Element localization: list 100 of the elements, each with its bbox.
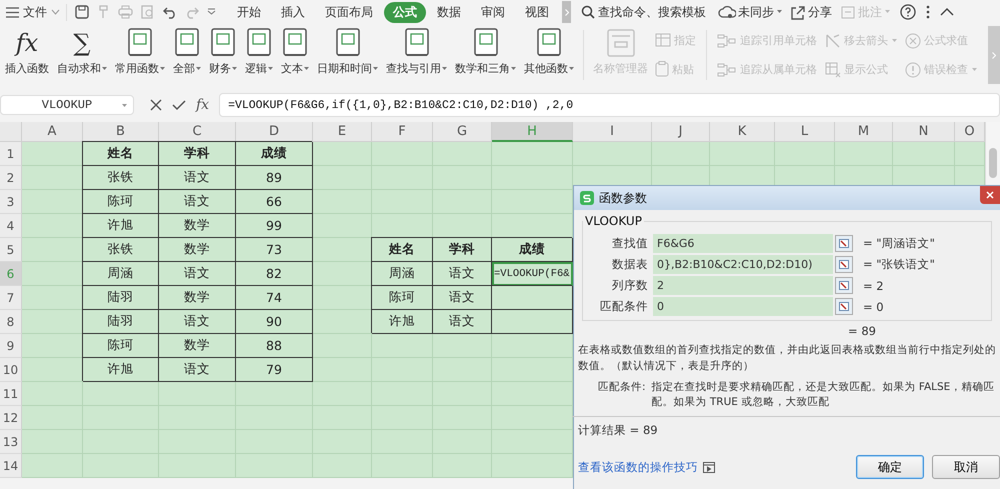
table-cell[interactable]: 语文 [159, 166, 236, 190]
ribbon-tab[interactable]: 公式 [384, 2, 426, 22]
row-header[interactable]: 8 [0, 310, 22, 334]
table-cell[interactable]: 数学 [159, 286, 236, 310]
row-header[interactable]: 5 [0, 238, 22, 262]
row-header[interactable]: 14 [0, 454, 22, 478]
collapse-dialog-button[interactable] [835, 235, 853, 252]
row-header[interactable]: 7 [0, 286, 22, 310]
ribbon-tab[interactable]: 页面布局 [316, 2, 382, 22]
table-cell[interactable]: 许旭 [83, 214, 159, 238]
function-category-button[interactable]: 全部 [170, 26, 204, 80]
row-header[interactable]: 3 [0, 190, 22, 214]
table-cell[interactable]: 数学 [159, 214, 236, 238]
close-button[interactable] [980, 186, 1000, 204]
table-cell[interactable]: 陆羽 [83, 310, 159, 334]
ribbon-tab[interactable]: 视图 [516, 2, 558, 22]
function-category-button[interactable]: 查找与引用 [383, 26, 450, 80]
column-header[interactable]: A [22, 122, 83, 142]
column-header[interactable]: N [893, 122, 955, 142]
row-header[interactable]: 2 [0, 166, 22, 190]
column-header[interactable]: B [83, 122, 159, 142]
table-cell[interactable]: 82 [236, 262, 313, 286]
check-icon[interactable] [172, 100, 186, 110]
function-category-button[interactable]: 日期和时间 [314, 26, 381, 80]
table-cell[interactable]: 90 [236, 310, 313, 334]
row-header[interactable]: 10 [0, 358, 22, 382]
table-cell[interactable]: 成绩 [236, 142, 313, 166]
table-cell[interactable]: 陈珂 [83, 190, 159, 214]
table-cell[interactable]: 周涵 [372, 262, 433, 286]
sync-button[interactable]: 未同步 [718, 4, 782, 20]
ribbon-tab[interactable]: 插入 [272, 2, 314, 22]
column-header[interactable]: J [652, 122, 710, 142]
ribbon-tab[interactable]: 数据 [428, 2, 470, 22]
table-cell[interactable]: 张铁 [83, 238, 159, 262]
row-header[interactable]: 13 [0, 430, 22, 454]
function-category-button[interactable]: fx 插入函数 [2, 26, 52, 80]
save-icon[interactable] [75, 5, 89, 19]
table-cell[interactable]: 陈珂 [83, 334, 159, 358]
ribbon-tab[interactable]: 开始 [228, 2, 270, 22]
column-header[interactable]: E [313, 122, 372, 142]
column-header[interactable]: G [433, 122, 492, 142]
table-cell[interactable]: 89 [236, 166, 313, 190]
collapse-dialog-button[interactable] [835, 298, 853, 315]
insert-function-icon[interactable]: fx [196, 97, 210, 113]
more-icon[interactable] [926, 5, 930, 19]
function-category-button[interactable]: 其他函数 [521, 26, 577, 80]
table-cell[interactable]: 74 [236, 286, 313, 310]
select-all-corner[interactable] [0, 122, 22, 142]
formula-field[interactable]: =VLOOKUP(F6&G6,if({1,0},B2:B10&C2:C10,D2:D10) ,2,0 [219, 93, 1000, 117]
table-cell[interactable]: 99 [236, 214, 313, 238]
redo-icon[interactable] [185, 6, 199, 18]
column-header[interactable]: I [573, 122, 652, 142]
column-header[interactable]: F [372, 122, 433, 142]
column-header[interactable]: O [955, 122, 985, 142]
argument-field[interactable]: 2 [653, 276, 833, 295]
argument-field[interactable]: 0 [653, 297, 833, 316]
share-button[interactable]: 分享 [790, 4, 832, 20]
collapse-dialog-button[interactable] [835, 256, 853, 273]
search-command-box[interactable]: 查找命令、搜索模板 [581, 4, 706, 20]
collapse-dialog-button[interactable] [835, 277, 853, 294]
table-cell[interactable]: 数学 [159, 238, 236, 262]
table-cell[interactable] [492, 286, 573, 310]
table-cell[interactable]: 语文 [159, 190, 236, 214]
table-cell[interactable]: 陈珂 [372, 286, 433, 310]
table-cell[interactable]: 周涵 [83, 262, 159, 286]
column-header[interactable]: C [159, 122, 236, 142]
column-header[interactable]: M [835, 122, 893, 142]
undo-icon[interactable] [163, 6, 177, 18]
function-category-button[interactable]: 常用函数 [112, 26, 168, 80]
column-header[interactable]: K [710, 122, 775, 142]
table-cell[interactable]: 88 [236, 334, 313, 358]
row-header[interactable]: 1 [0, 142, 22, 166]
collapse-icon[interactable] [940, 8, 954, 16]
function-category-button[interactable]: 财务 [206, 26, 240, 80]
table-cell[interactable] [492, 310, 573, 334]
table-cell[interactable]: 数学 [159, 334, 236, 358]
table-cell[interactable]: 姓名 [372, 238, 433, 262]
table-cell[interactable]: 姓名 [83, 142, 159, 166]
table-cell[interactable]: 语文 [159, 262, 236, 286]
dialog-button[interactable]: 取消 [932, 455, 1000, 479]
row-header[interactable]: 11 [0, 382, 22, 406]
function-category-button[interactable]: 文本 [278, 26, 312, 80]
ribbon-scroll-button[interactable] [988, 26, 1000, 84]
table-cell[interactable]: 陆羽 [83, 286, 159, 310]
table-cell[interactable]: 79 [236, 358, 313, 382]
customize-caret-icon[interactable] [207, 8, 216, 16]
table-cell[interactable]: 66 [236, 190, 313, 214]
table-cell[interactable]: 语文 [159, 358, 236, 382]
dialog-button[interactable]: 确定 [856, 455, 924, 479]
function-category-button[interactable]: ∑ 自动求和 [54, 26, 110, 80]
table-cell[interactable]: 张铁 [83, 166, 159, 190]
table-cell[interactable]: 许旭 [83, 358, 159, 382]
tab-scroll-button[interactable] [562, 1, 571, 23]
print-preview-icon[interactable] [141, 5, 155, 19]
cancel-icon[interactable] [150, 99, 162, 111]
function-tips-link[interactable]: 查看该函数的操作技巧 [578, 460, 698, 474]
name-box[interactable]: VLOOKUP [0, 95, 134, 115]
table-cell[interactable]: 73 [236, 238, 313, 262]
table-cell[interactable]: 学科 [159, 142, 236, 166]
video-icon[interactable] [703, 462, 715, 472]
